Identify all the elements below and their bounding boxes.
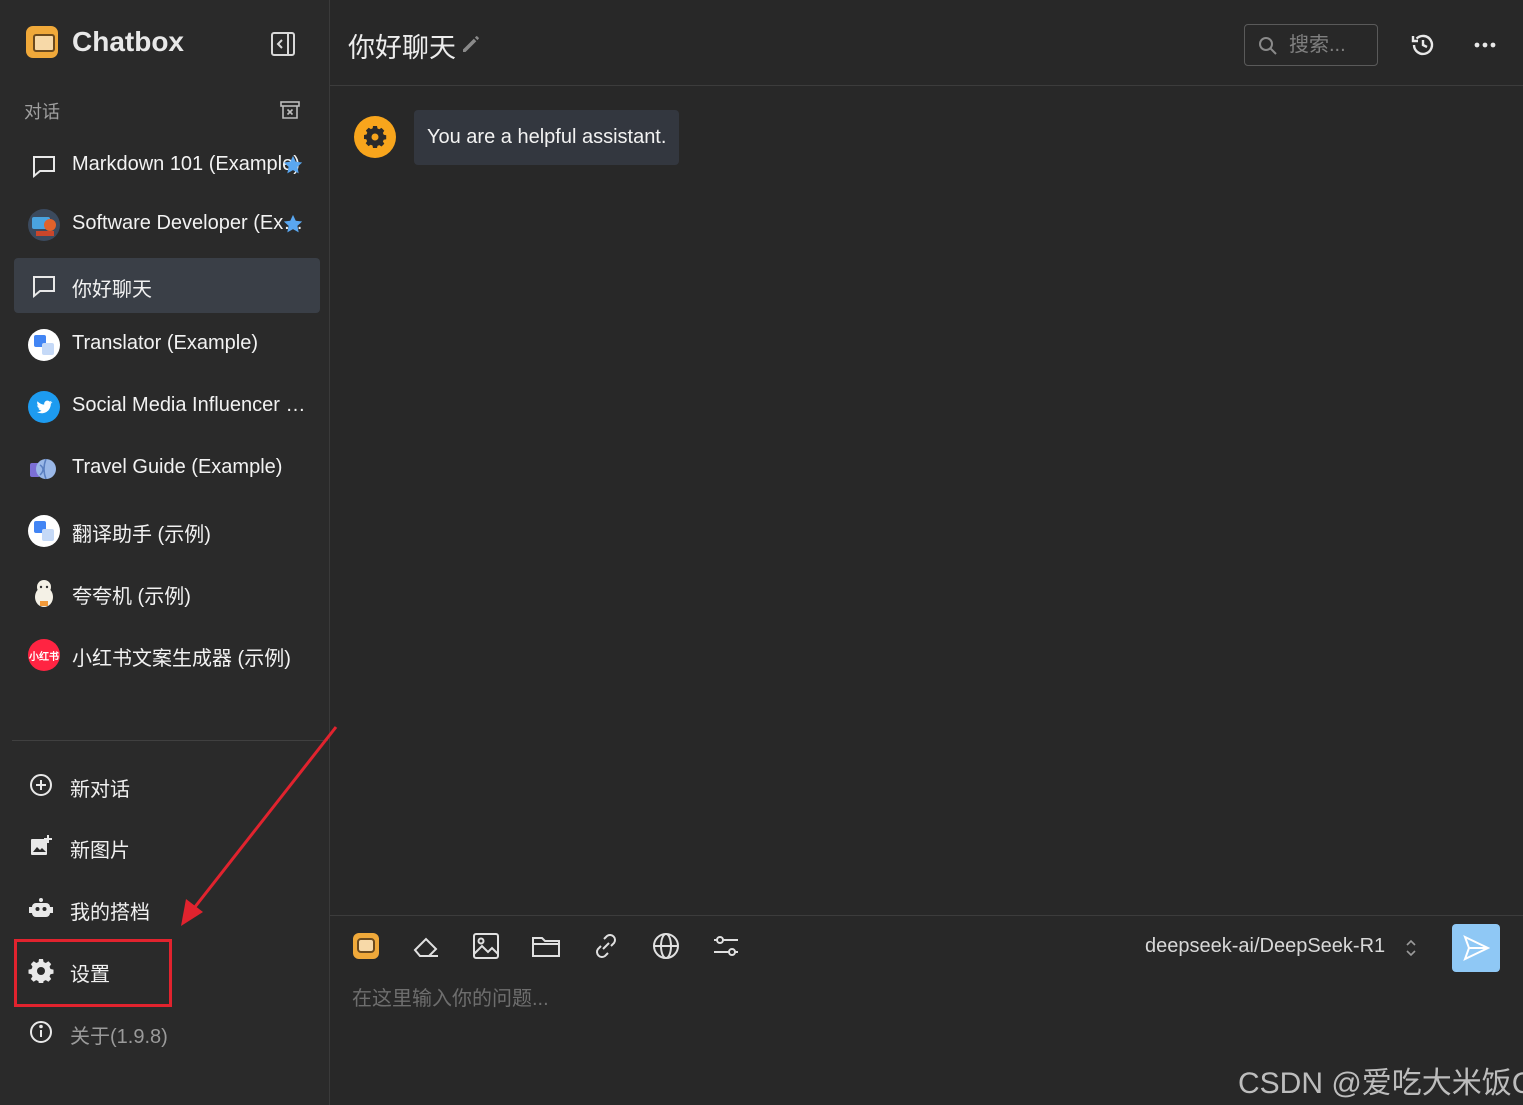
info-icon <box>30 1021 52 1043</box>
search-input[interactable] <box>1289 31 1373 59</box>
system-avatar <box>354 116 396 158</box>
conversation-item[interactable]: 小红书 小红书文案生成器 (示例) <box>14 627 320 682</box>
conversation-title: 翻译助手 (示例) <box>72 524 211 546</box>
conversation-title: 你好聊天 <box>72 279 152 301</box>
system-message-bubble: You are a helpful assistant. <box>414 110 680 165</box>
chatbox-logo-icon <box>353 933 379 959</box>
robot-icon <box>29 898 53 917</box>
send-icon <box>1463 935 1490 961</box>
new-image-button[interactable]: 新图片 <box>14 821 320 871</box>
xiaohongshu-logo-text: 小红书 <box>29 651 59 663</box>
search-box[interactable] <box>1244 24 1378 66</box>
send-button[interactable] <box>1452 924 1500 972</box>
model-selector[interactable]: deepseek-ai/DeepSeek-R1 <box>1145 935 1385 958</box>
app-name: Chatbox <box>72 26 184 57</box>
new-chat-button[interactable]: 新对话 <box>14 760 320 810</box>
my-copilots-label: 我的搭档 <box>70 902 150 924</box>
chevron-up-down-icon[interactable] <box>1403 937 1419 959</box>
cat-avatar-icon <box>28 577 60 609</box>
globe-icon[interactable] <box>650 930 682 962</box>
folder-icon[interactable] <box>530 930 562 962</box>
conversation-title: Social Media Influencer (Example) <box>72 394 306 416</box>
collapse-sidebar-icon[interactable] <box>270 31 296 57</box>
conversation-title: Translator (Example) <box>72 332 258 354</box>
plus-circle-icon <box>30 774 52 796</box>
new-chat-label: 新对话 <box>70 779 130 801</box>
message-input[interactable] <box>352 982 1492 1022</box>
conversation-item[interactable]: 夸夸机 (示例) <box>14 565 320 620</box>
conversation-title: 小红书文案生成器 (示例) <box>72 648 291 670</box>
chatbox-logo-icon <box>26 26 58 58</box>
xiaohongshu-avatar-icon: 小红书 <box>28 639 60 671</box>
history-icon[interactable] <box>1408 30 1438 60</box>
eraser-icon[interactable] <box>410 930 442 962</box>
my-copilots-button[interactable]: 我的搭档 <box>14 883 320 933</box>
about-button[interactable]: 关于(1.9.8) <box>14 1007 320 1057</box>
conversation-item[interactable]: Translator (Example) <box>14 317 320 372</box>
conversation-title: Markdown 101 (Example) <box>72 153 300 175</box>
system-message-text: You are a helpful assistant. <box>427 126 667 148</box>
about-label: 关于(1.9.8) <box>70 1026 168 1048</box>
twitter-avatar-icon <box>28 391 60 423</box>
chat-title: 你好聊天 <box>348 33 456 63</box>
conversation-item[interactable]: Software Developer (Example) <box>14 197 320 252</box>
settings-sliders-icon[interactable] <box>710 930 742 962</box>
conversation-title: Travel Guide (Example) <box>72 456 283 478</box>
clear-conversations-icon[interactable] <box>279 99 301 121</box>
conversation-item-active[interactable]: 你好聊天 <box>14 258 320 313</box>
star-icon[interactable] <box>282 213 304 235</box>
gear-icon <box>364 126 387 148</box>
translator-avatar-icon <box>28 329 60 361</box>
translator-avatar-icon <box>28 515 60 547</box>
chat-bubble-icon <box>33 276 55 299</box>
settings-highlight-annotation <box>14 939 172 1007</box>
globe-avatar-icon <box>28 453 60 485</box>
star-icon[interactable] <box>282 154 304 176</box>
sidebar-divider <box>12 740 328 741</box>
conversations-section-label: 对话 <box>24 102 60 122</box>
chat-header: 你好聊天 <box>330 0 1523 86</box>
conversation-item[interactable]: 翻译助手 (示例) <box>14 503 320 558</box>
conversation-item[interactable]: Social Media Influencer (Example) <box>14 379 320 434</box>
conversation-title: 夸夸机 (示例) <box>72 586 191 608</box>
more-options-icon[interactable] <box>1470 32 1500 58</box>
search-icon <box>1259 37 1277 55</box>
add-image-icon <box>31 835 52 855</box>
pencil-icon[interactable] <box>460 33 482 55</box>
developer-avatar-icon <box>28 209 60 241</box>
new-image-label: 新图片 <box>70 840 130 862</box>
brand: Chatbox <box>26 26 184 58</box>
watermark: CSDN @爱吃大米饭C <box>1238 1067 1523 1100</box>
image-icon[interactable] <box>470 930 502 962</box>
copilot-selector-button[interactable] <box>350 930 382 962</box>
chat-bubble-icon <box>33 156 55 179</box>
conversation-title: Software Developer (Example) <box>72 212 306 234</box>
link-icon[interactable] <box>590 930 622 962</box>
conversation-item[interactable]: Travel Guide (Example) <box>14 441 320 496</box>
conversation-item[interactable]: Markdown 101 (Example) <box>14 138 320 193</box>
